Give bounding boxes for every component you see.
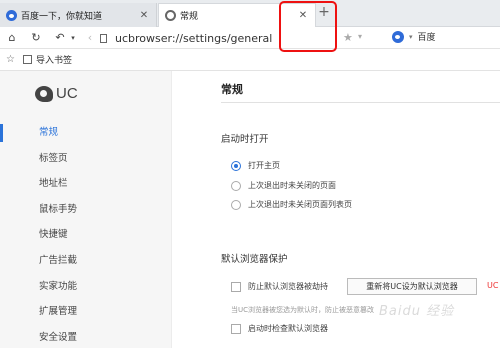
watermark: Baidu 经验 [379,304,455,319]
highlight-annotation-box [279,1,337,52]
sidebar-item-security[interactable]: 安全设置 [0,325,172,348]
search-engine-label: 百度 [417,33,436,43]
undo-icon[interactable]: ↶ [51,29,69,47]
sidebar-item-general[interactable]: 常规 [0,120,172,146]
startup-option-last-session-list[interactable]: 上次退出时未关闭页面列表页 [231,199,352,210]
sidebar-item-extensions[interactable]: 扩展管理 [0,299,172,325]
settings-sidebar: UC 常规 标签页 地址栏 鼠标手势 快捷键 广告拦截 实家功能 扩展管理 安全… [0,71,172,348]
sidebar-nav: 常规 标签页 地址栏 鼠标手势 快捷键 广告拦截 实家功能 扩展管理 安全设置 [0,120,172,348]
divider [221,102,500,103]
page-title: 常规 [221,83,243,96]
star-icon[interactable]: ☆ [6,54,15,65]
check-default-on-start-option[interactable]: 启动时检查默认浏览器 [231,323,328,334]
uc-logo: UC [35,85,78,102]
startup-option-homepage[interactable]: 打开主页 [231,160,280,171]
squirrel-icon [35,85,53,102]
import-bookmarks-label: 导入书签 [35,56,72,66]
tab-label: 百度一下，你就知道 [21,11,103,22]
chevron-down-icon[interactable]: ▾ [358,32,362,41]
section-default-browser-heading: 默认浏览器保护 [221,254,288,265]
default-status-text: UC [487,281,499,290]
tab-baidu[interactable]: 百度一下，你就知道 ✕ [0,3,157,27]
home-icon[interactable]: ⌂ [3,29,21,47]
sidebar-item-shortcuts[interactable]: 快捷键 [0,222,172,248]
section-startup-heading: 启动时打开 [221,134,269,145]
sidebar-item-features[interactable]: 实家功能 [0,274,172,300]
logo-text: UC [56,85,78,102]
set-default-browser-button[interactable]: 重新将UC设为默认浏览器 [347,278,477,295]
prevent-hijack-option[interactable]: 防止默认浏览器被劫持 [231,281,328,292]
radio-checked[interactable] [231,160,241,171]
bookmark-bar: ☆ 导入书签 [0,49,500,71]
sidebar-item-address-bar[interactable]: 地址栏 [0,171,172,197]
hijack-hint: 当UC浏览器被您选为默认时，防止被恶意篡改 [231,306,375,314]
gear-icon [165,10,176,21]
bookmark-star-icon[interactable]: ★ [343,31,353,44]
baidu-paw-icon [6,9,17,21]
close-icon[interactable]: ✕ [138,10,150,21]
tab-label: 常规 [180,12,199,22]
startup-option-last-session[interactable]: 上次退出时未关闭的页面 [231,180,336,191]
checkbox-label: 防止默认浏览器被劫持 [248,282,328,291]
url-text: ucbrowser://settings/general [115,31,273,45]
baidu-paw-icon [392,30,404,43]
back-icon[interactable]: ‹ [81,29,99,47]
radio-label: 打开主页 [248,161,280,170]
tab-strip: 百度一下，你就知道 ✕ 常规 ✕ + [0,0,500,27]
radio-label: 上次退出时未关闭页面列表页 [248,200,352,209]
radio[interactable] [231,180,241,191]
page-icon [100,33,107,43]
sidebar-item-mouse-gestures[interactable]: 鼠标手势 [0,197,172,223]
import-bookmarks-button[interactable]: 导入书签 [22,53,72,66]
import-icon [22,55,32,64]
undo-caret-icon[interactable]: ▾ [69,29,77,47]
chevron-down-icon: ▾ [409,32,413,41]
toolbar: ⌂ ↻ ↶ ▾ ‹ ucbrowser://settings/general ★… [0,27,500,49]
search-engine-selector[interactable]: ▾ 百度 [392,30,436,43]
checkbox-label: 启动时检查默认浏览器 [248,324,328,333]
sidebar-item-ad-block[interactable]: 广告拦截 [0,248,172,274]
settings-main: 常规 启动时打开 打开主页 上次退出时未关闭的页面 上次退出时未关闭页面列表页 … [173,71,500,348]
refresh-icon[interactable]: ↻ [27,29,45,47]
radio[interactable] [231,199,241,210]
checkbox[interactable] [231,323,241,334]
checkbox[interactable] [231,281,241,292]
sidebar-item-tabs[interactable]: 标签页 [0,146,172,172]
radio-label: 上次退出时未关闭的页面 [248,181,336,190]
